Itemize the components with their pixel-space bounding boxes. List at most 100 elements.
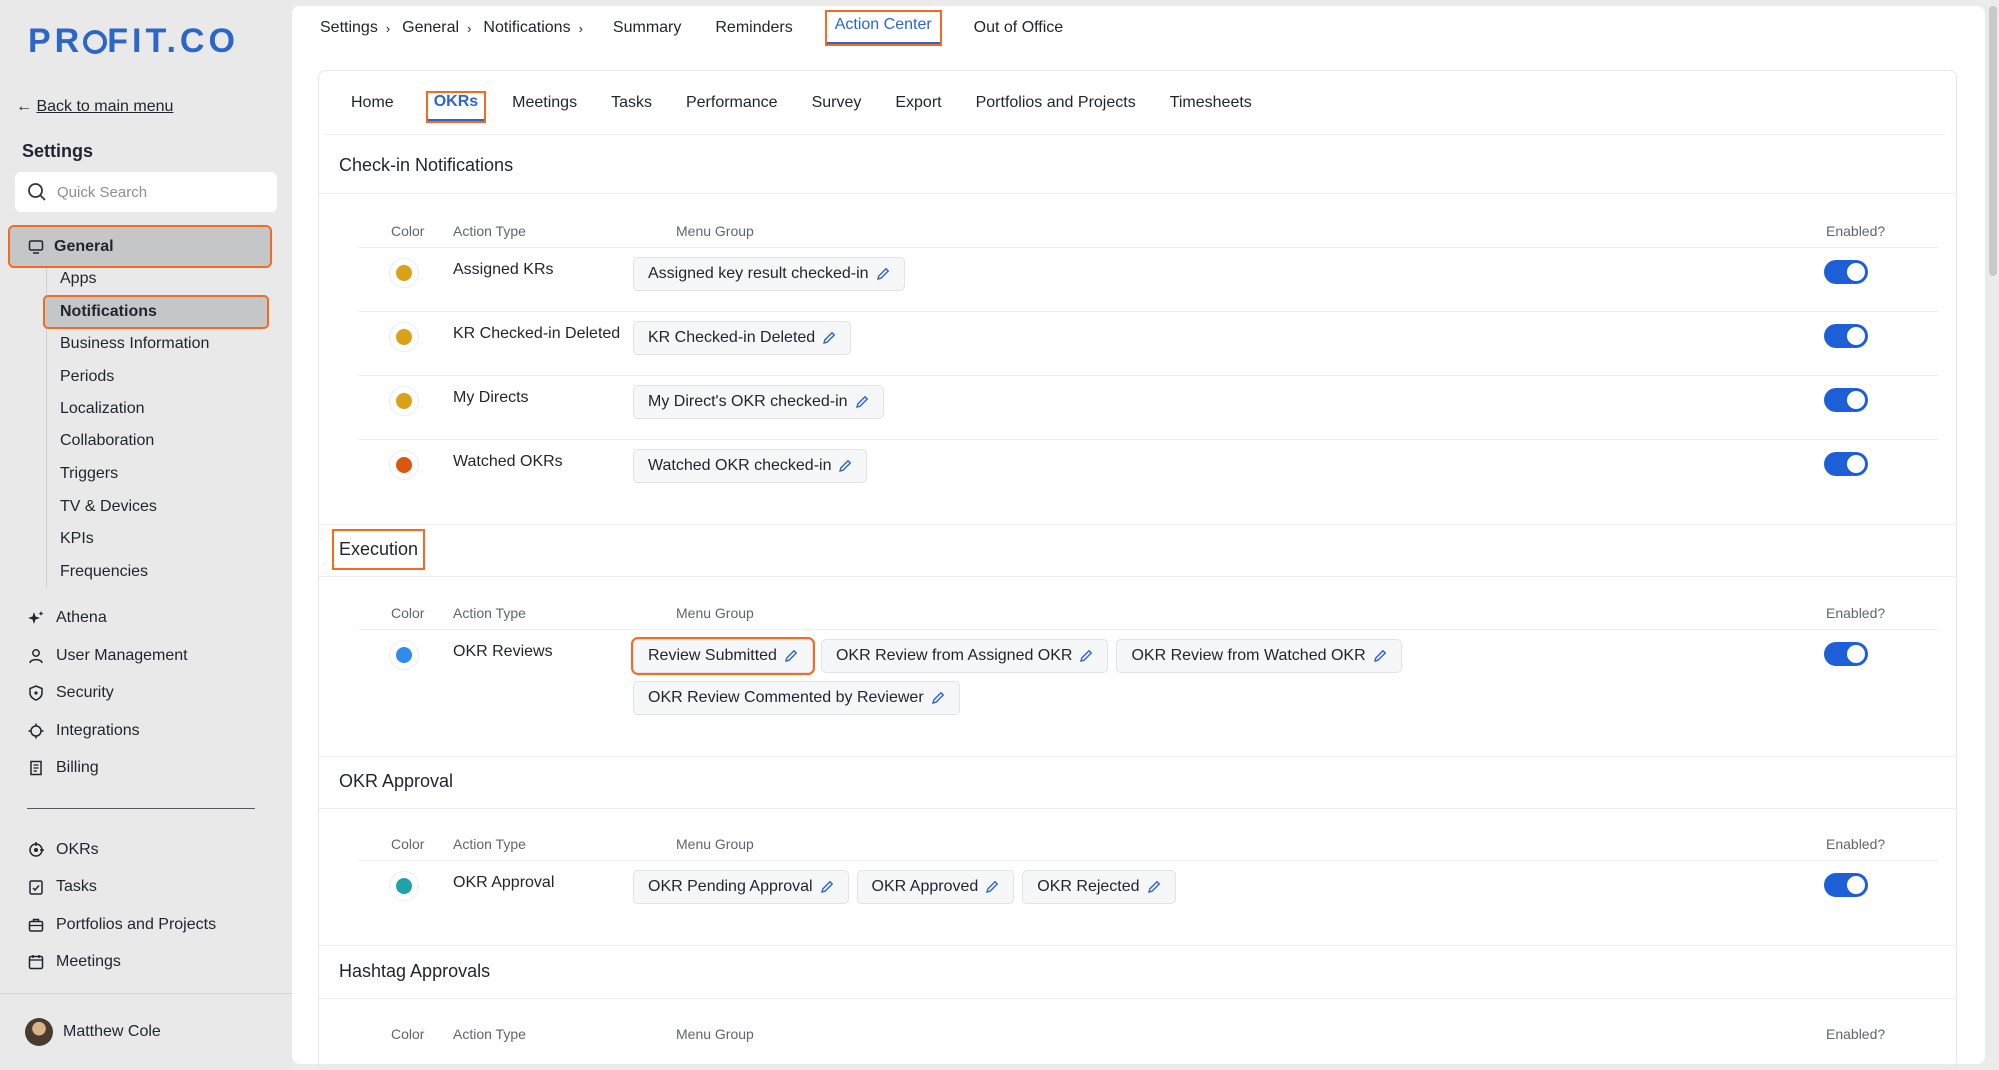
color-swatch[interactable]	[389, 386, 419, 416]
menu-group-chip[interactable]: OKR Rejected	[1022, 870, 1176, 904]
subtab-home[interactable]: Home	[351, 94, 394, 112]
section-divider	[319, 193, 1956, 194]
header-enabled: Enabled?	[1826, 605, 1886, 621]
back-to-main-menu[interactable]: ← Back to main menu	[16, 98, 173, 116]
header-action-type: Action Type	[453, 223, 526, 239]
subtab-performance[interactable]: Performance	[686, 94, 778, 112]
tab-out-of-office[interactable]: Out of Office	[974, 19, 1064, 37]
sparkle-icon	[28, 610, 50, 626]
action-type-label: KR Checked-in Deleted	[453, 325, 621, 342]
sidebar-item-integrations[interactable]: Integrations	[28, 722, 140, 740]
pencil-icon[interactable]	[876, 267, 890, 281]
sidebar-subitem-frequencies[interactable]: Frequencies	[45, 557, 265, 587]
menu-group-chip[interactable]: OKR Approved	[856, 870, 1015, 904]
menu-group-chip[interactable]: OKR Review from Assigned OKR	[820, 639, 1109, 673]
sidebar-subitem-tv-devices[interactable]: TV & Devices	[45, 492, 265, 522]
sidebar-subitem-periods[interactable]: Periods	[45, 362, 265, 392]
sidebar-subitem-kpis[interactable]: KPIs	[45, 524, 265, 554]
sidebar-item-label: Meetings	[56, 953, 121, 970]
header-action-type: Action Type	[453, 1026, 526, 1042]
search-icon	[28, 183, 46, 201]
breadcrumb-notifications[interactable]: Notifications ›	[483, 19, 613, 37]
search-input[interactable]	[57, 183, 257, 201]
pencil-icon[interactable]	[822, 331, 836, 345]
breadcrumb-general[interactable]: General ›	[402, 19, 483, 37]
menu-group-chip[interactable]: My Direct's OKR checked-in	[633, 385, 884, 419]
pencil-icon[interactable]	[985, 880, 999, 894]
color-dot	[396, 393, 412, 409]
sidebar-item-security[interactable]: Security	[28, 684, 114, 702]
vertical-scrollbar[interactable]	[1989, 6, 1997, 276]
sidebar-subitem-collaboration[interactable]: Collaboration	[45, 426, 265, 456]
action-type-label: OKR Reviews	[453, 643, 553, 660]
sidebar-subitem-apps[interactable]: Apps	[45, 264, 265, 294]
sidebar-item-okrs[interactable]: OKRs	[28, 841, 99, 859]
sidebar-subitem-localization[interactable]: Localization	[45, 394, 265, 424]
sidebar-subitem-business-information[interactable]: Business Information	[45, 329, 265, 359]
sidebar-item-general[interactable]: General	[8, 225, 272, 268]
briefcase-icon	[28, 917, 50, 933]
menu-group-chip[interactable]: OKR Pending Approval	[633, 870, 849, 904]
user-icon	[28, 648, 50, 664]
subtab-portfolios-projects[interactable]: Portfolios and Projects	[976, 94, 1136, 112]
enabled-toggle[interactable]	[1824, 388, 1868, 412]
profit-logo[interactable]: PR FIT.CO	[28, 22, 239, 61]
pencil-icon[interactable]	[931, 691, 945, 705]
subtab-timesheets[interactable]: Timesheets	[1170, 94, 1252, 112]
sidebar-item-portfolios-projects[interactable]: Portfolios and Projects	[28, 916, 216, 934]
subtab-tasks[interactable]: Tasks	[611, 94, 652, 112]
color-swatch[interactable]	[389, 871, 419, 901]
color-swatch[interactable]	[389, 450, 419, 480]
subtab-export[interactable]: Export	[895, 94, 941, 112]
tab-summary[interactable]: Summary	[613, 19, 681, 37]
enabled-toggle[interactable]	[1824, 873, 1868, 897]
pencil-icon[interactable]	[784, 649, 798, 663]
subtab-meetings[interactable]: Meetings	[512, 94, 577, 112]
header-menu-group: Menu Group	[676, 1026, 754, 1042]
sidebar-item-tasks[interactable]: Tasks	[28, 878, 97, 896]
sidebar-subitem-triggers[interactable]: Triggers	[45, 459, 265, 489]
table-header: Color Action Type Menu Group Enabled?	[319, 824, 1956, 864]
sidebar-subitem-notifications[interactable]: Notifications	[43, 295, 269, 329]
sidebar-item-label: Athena	[56, 609, 107, 626]
pencil-icon[interactable]	[838, 459, 852, 473]
enabled-toggle[interactable]	[1824, 324, 1868, 348]
header-menu-group: Menu Group	[676, 223, 754, 239]
menu-group-chip[interactable]: Watched OKR checked-in	[633, 449, 868, 483]
tab-action-center[interactable]: Action Center	[824, 10, 942, 46]
sidebar-item-label: OKRs	[56, 841, 99, 858]
user-profile[interactable]: Matthew Cole	[0, 993, 292, 1070]
pencil-icon[interactable]	[1079, 649, 1093, 663]
color-dot	[396, 878, 412, 894]
sidebar-item-athena[interactable]: Athena	[28, 609, 107, 627]
breadcrumb-settings[interactable]: Settings ›	[320, 19, 402, 37]
menu-group-chip[interactable]: KR Checked-in Deleted	[633, 321, 852, 355]
menu-group-chip[interactable]: OKR Review from Watched OKR	[1116, 639, 1402, 673]
sidebar-item-label: User Management	[56, 647, 188, 664]
color-swatch[interactable]	[389, 258, 419, 288]
section-divider	[319, 945, 1956, 946]
sidebar-item-user-management[interactable]: User Management	[28, 647, 188, 665]
color-swatch[interactable]	[389, 640, 419, 670]
menu-group-chip[interactable]: Review Submitted	[631, 637, 815, 675]
menu-group-chip[interactable]: OKR Review Commented by Reviewer	[633, 681, 960, 715]
pencil-icon[interactable]	[1373, 649, 1387, 663]
sidebar-item-billing[interactable]: Billing	[28, 759, 99, 777]
subtab-survey[interactable]: Survey	[812, 94, 862, 112]
pencil-icon[interactable]	[1147, 880, 1161, 894]
enabled-toggle[interactable]	[1824, 642, 1868, 666]
header-enabled: Enabled?	[1826, 223, 1886, 239]
quick-search[interactable]	[15, 172, 277, 212]
pencil-icon[interactable]	[855, 395, 869, 409]
color-swatch[interactable]	[389, 322, 419, 352]
menu-group-chip[interactable]: Assigned key result checked-in	[633, 257, 905, 291]
enabled-toggle[interactable]	[1824, 260, 1868, 284]
monitor-icon	[28, 239, 44, 254]
enabled-toggle[interactable]	[1824, 452, 1868, 476]
tab-reminders[interactable]: Reminders	[715, 19, 792, 37]
pencil-icon[interactable]	[820, 880, 834, 894]
subtab-okrs[interactable]: OKRs	[425, 90, 487, 123]
subtab-bar: Home OKRs Meetings Tasks Performance Sur…	[325, 71, 1945, 135]
back-link[interactable]: Back to main menu	[36, 98, 173, 115]
sidebar-item-meetings[interactable]: Meetings	[28, 953, 121, 971]
